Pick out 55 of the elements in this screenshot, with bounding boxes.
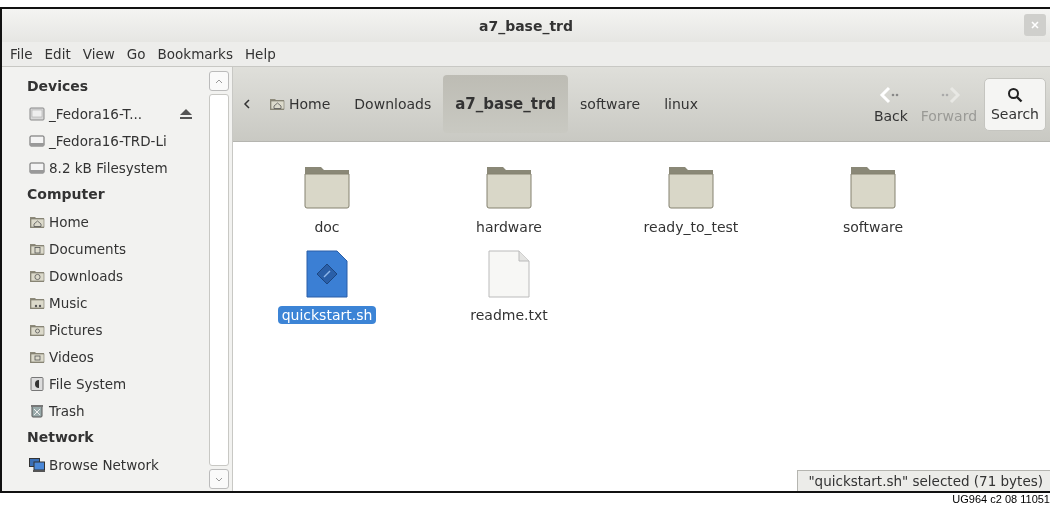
file-name[interactable]: hardware: [472, 218, 546, 236]
file-name[interactable]: software: [838, 218, 908, 236]
sidebar-item[interactable]: Music: [12, 289, 206, 316]
path-button[interactable]: Home: [257, 75, 343, 133]
menu-item[interactable]: Go: [122, 46, 154, 62]
menu-item[interactable]: View: [78, 46, 123, 62]
sidebar-item[interactable]: Trash: [12, 397, 206, 424]
drive-icon: [29, 376, 45, 391]
sidebar-item[interactable]: Home: [12, 208, 206, 235]
path-button[interactable]: Downloads: [342, 75, 444, 133]
file-name[interactable]: readme.txt: [466, 306, 552, 324]
back-button[interactable]: Back: [861, 84, 920, 124]
file-name[interactable]: ready_to_test: [639, 218, 743, 236]
trash-icon: [29, 403, 45, 418]
scrollbar-track[interactable]: [209, 94, 229, 466]
sidebar-item[interactable]: File System: [12, 370, 206, 397]
script-file-icon[interactable]: [306, 250, 348, 298]
path-button[interactable]: linux: [652, 75, 710, 133]
file-name[interactable]: doc: [310, 218, 344, 236]
folder-icon: [29, 214, 45, 229]
computer-icon: [29, 457, 45, 472]
search-button[interactable]: Search: [983, 77, 1046, 131]
status-bar: "quickstart.sh" selected (71 bytes): [797, 470, 1050, 491]
eject-icon[interactable]: [180, 108, 192, 119]
folder-icon: [29, 349, 45, 364]
sidebar-heading: Devices: [27, 77, 90, 96]
sidebar-item[interactable]: Videos: [12, 343, 206, 370]
window-title: a7_base_trd: [478, 17, 574, 34]
file-name[interactable]: quickstart.sh: [277, 306, 377, 324]
search-icon: [1006, 86, 1023, 103]
sidebar-item[interactable]: Pictures: [12, 316, 206, 343]
menu-item[interactable]: Edit: [40, 46, 79, 62]
chevron-left-icon[interactable]: [243, 99, 251, 109]
folder-icon: [29, 268, 45, 283]
folder-icon: [29, 241, 45, 256]
folder-icon: [29, 295, 45, 310]
figure-caption: UG964 c2 08 11051: [951, 493, 1050, 506]
folder-icon: [29, 322, 45, 337]
folder-icon: [269, 97, 285, 111]
scroll-up-icon[interactable]: [209, 71, 229, 91]
scroll-down-icon[interactable]: [209, 469, 229, 489]
drive-icon: [29, 106, 45, 121]
sidebar-item[interactable]: Browse Network: [12, 451, 206, 478]
sidebar-item[interactable]: _Fedora16-T...: [12, 100, 206, 127]
sidebar-item[interactable]: 8.2 kB Filesystem: [12, 154, 206, 181]
sidebar-heading: Computer: [27, 185, 106, 204]
sidebar-heading: Network: [27, 428, 95, 447]
path-button[interactable]: a7_base_trd: [443, 75, 569, 133]
menu-item[interactable]: Bookmarks: [153, 46, 241, 62]
menu-item[interactable]: Help: [240, 46, 284, 62]
sidebar-item[interactable]: Downloads: [12, 262, 206, 289]
sidebar-item[interactable]: Documents: [12, 235, 206, 262]
sidebar-item[interactable]: _Fedora16-TRD-Li: [12, 127, 206, 154]
path-button[interactable]: software: [568, 75, 653, 133]
menu-item[interactable]: File: [6, 46, 41, 62]
